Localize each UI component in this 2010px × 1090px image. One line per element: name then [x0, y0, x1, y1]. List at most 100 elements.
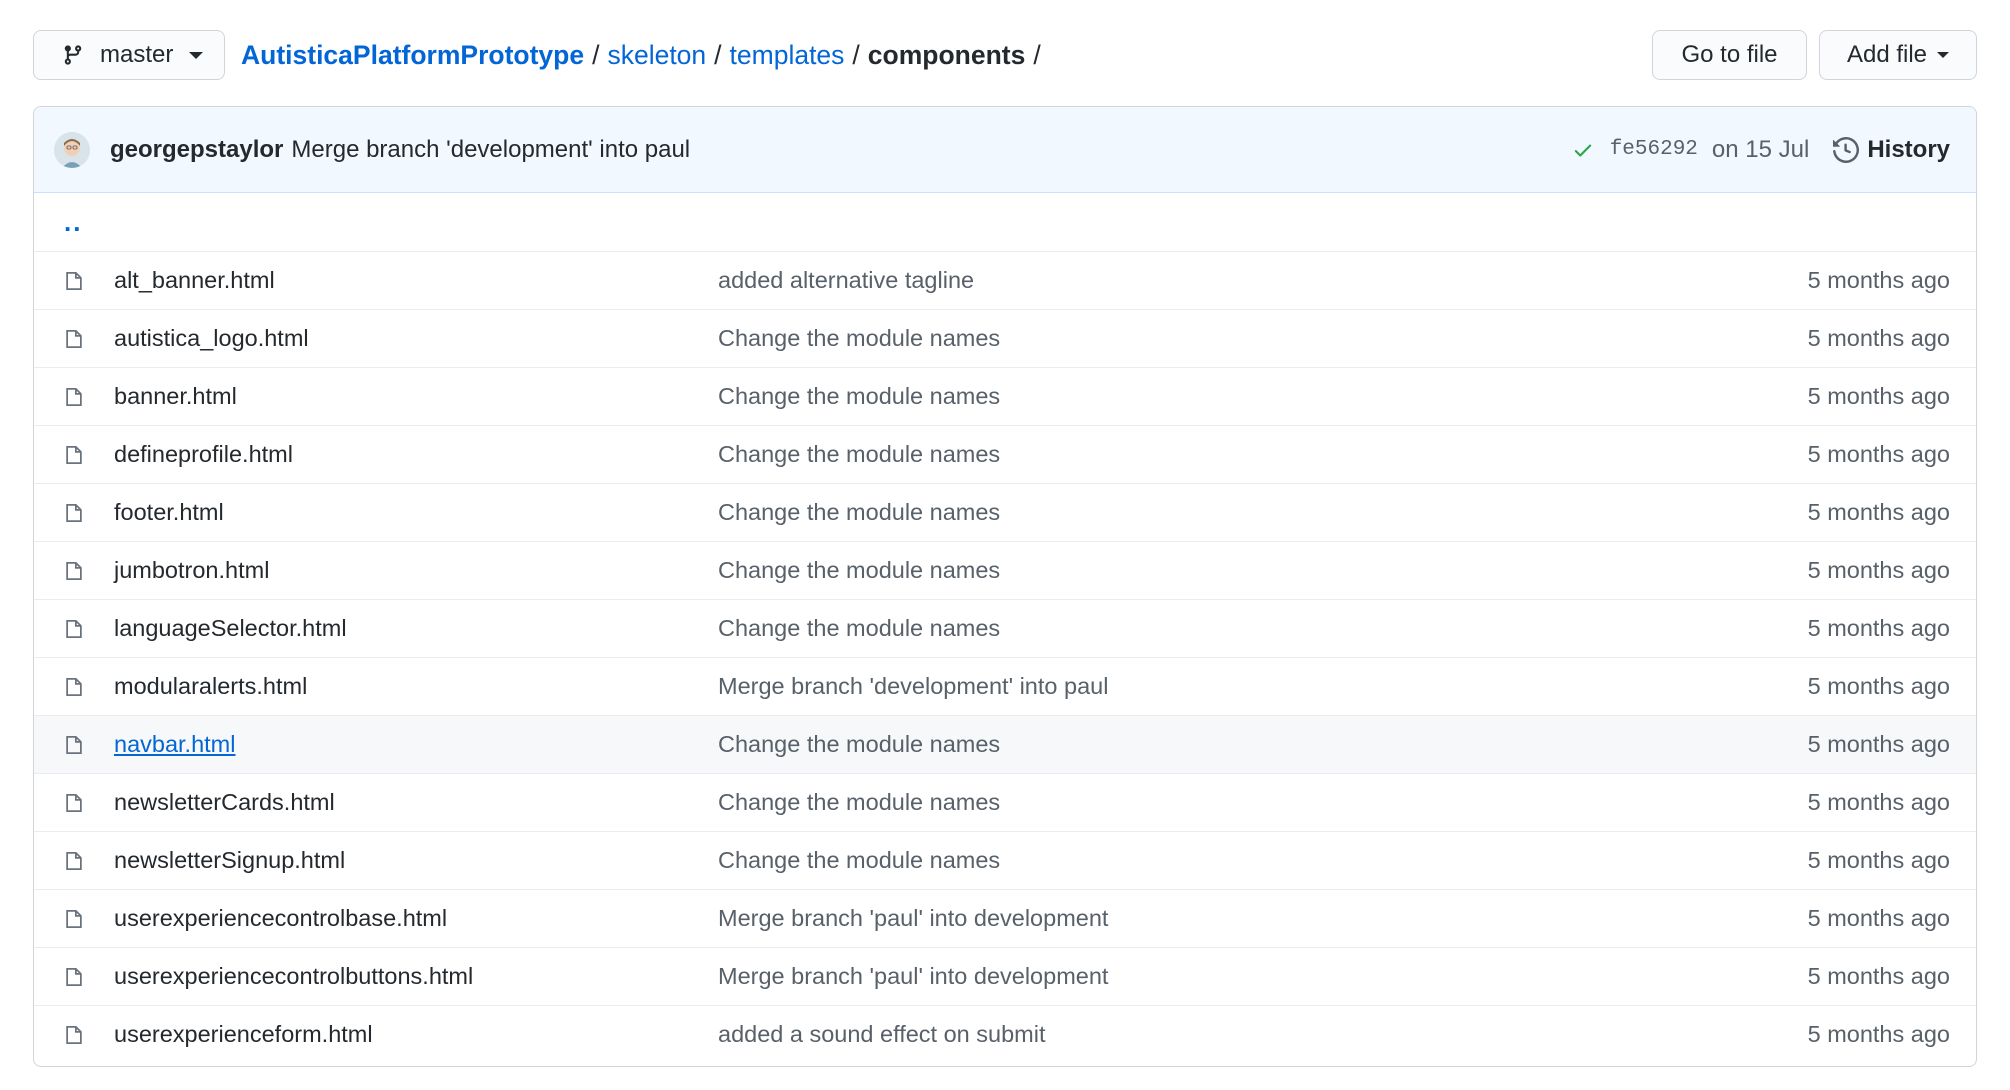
file-name-link[interactable]: userexperiencecontrolbuttons.html [114, 963, 718, 990]
file-icon [66, 619, 82, 638]
breadcrumb-separator: / [714, 39, 722, 70]
file-icon [66, 909, 82, 928]
file-icon [66, 967, 82, 986]
file-commit-message-link[interactable]: Merge branch 'paul' into development [718, 905, 1108, 932]
file-actions: Go to file Add file [1652, 30, 1977, 80]
file-row[interactable]: alt_banner.html added alternative tagline… [34, 251, 1976, 309]
go-to-file-button[interactable]: Go to file [1652, 30, 1807, 80]
file-row[interactable]: navbar.html Change the module names 5 mont… [34, 715, 1976, 773]
commit-message-link[interactable]: Merge branch 'development' into paul [291, 136, 690, 164]
file-commit-age: 5 months ago [1807, 615, 1950, 641]
branch-label: master [100, 41, 174, 68]
file-row[interactable]: banner.html Change the module names 5 mont… [34, 367, 1976, 425]
file-commit-age: 5 months ago [1807, 673, 1950, 699]
file-icon [66, 735, 82, 754]
file-commit-message-link[interactable]: Change the module names [718, 499, 1000, 526]
file-commit-message-link[interactable]: added alternative tagline [718, 267, 974, 294]
breadcrumb-current-folder: components [867, 39, 1026, 70]
file-row[interactable]: userexperiencecontrolbase.html Merge bran… [34, 889, 1976, 947]
file-commit-message-link[interactable]: Change the module names [718, 847, 1000, 874]
check-icon[interactable] [1572, 139, 1594, 161]
file-commit-age: 5 months ago [1807, 789, 1950, 815]
file-name-link[interactable]: banner.html [114, 383, 718, 410]
commit-sha-link[interactable]: fe56292 [1610, 138, 1698, 161]
file-row[interactable]: newsletterSignup.html Change the module n… [34, 831, 1976, 889]
breadcrumb: AutisticaPlatformPrototype / skeleton / … [241, 40, 1049, 71]
file-commit-message-link[interactable]: Change the module names [718, 441, 1000, 468]
file-icon [66, 1025, 82, 1044]
history-icon [1833, 136, 1860, 163]
file-icon [66, 793, 82, 812]
file-name-link[interactable]: newsletterCards.html [114, 789, 718, 816]
file-name-link[interactable]: navbar.html [114, 731, 718, 758]
file-name-link[interactable]: newsletterSignup.html [114, 847, 718, 874]
file-commit-message-link[interactable]: Change the module names [718, 325, 1000, 352]
file-commit-age: 5 months ago [1807, 325, 1950, 351]
file-icon [66, 329, 82, 348]
file-icon [66, 445, 82, 464]
file-commit-message-link[interactable]: Change the module names [718, 615, 1000, 642]
branch-selector-button[interactable]: master [33, 30, 225, 80]
file-commit-age: 5 months ago [1807, 963, 1950, 989]
file-icon [66, 271, 82, 290]
file-name-link[interactable]: jumbotron.html [114, 557, 718, 584]
file-row[interactable]: defineprofile.html Change the module name… [34, 425, 1976, 483]
avatar[interactable] [54, 131, 90, 168]
breadcrumb-trailing-separator: / [1033, 39, 1041, 70]
file-commit-message-link[interactable]: Merge branch 'development' into paul [718, 673, 1108, 700]
breadcrumb-separator: / [852, 39, 860, 70]
file-row[interactable]: userexperienceform.html added a sound eff… [34, 1005, 1976, 1063]
file-row[interactable]: userexperiencecontrolbuttons.html Merge b… [34, 947, 1976, 1005]
file-row[interactable]: autistica_logo.html Change the module nam… [34, 309, 1976, 367]
add-file-button[interactable]: Add file [1819, 30, 1977, 80]
file-row[interactable]: jumbotron.html Change the module names 5 m… [34, 541, 1976, 599]
file-name-link[interactable]: userexperienceform.html [114, 1021, 718, 1048]
file-commit-message-link[interactable]: Change the module names [718, 557, 1000, 584]
file-name-link[interactable]: autistica_logo.html [114, 325, 718, 352]
repo-nav-bar: master AutisticaPlatformPrototype / skel… [33, 29, 1977, 81]
file-row[interactable]: newsletterCards.html Change the module na… [34, 773, 1976, 831]
commit-author-link[interactable]: georgepstaylor [110, 136, 283, 164]
chevron-down-icon [189, 51, 204, 59]
file-commit-message-link[interactable]: Change the module names [718, 731, 1000, 758]
parent-directory-row: .. [34, 193, 1976, 251]
file-commit-age: 5 months ago [1807, 905, 1950, 931]
breadcrumb-templates-link[interactable]: templates [730, 40, 845, 71]
chevron-down-icon [1937, 52, 1950, 58]
history-link[interactable]: History [1833, 136, 1950, 164]
breadcrumb-separator: / [592, 39, 600, 70]
commit-date: on 15 Jul [1711, 135, 1810, 163]
parent-directory-link[interactable]: .. [64, 207, 82, 238]
file-name-link[interactable]: alt_banner.html [114, 267, 718, 294]
file-icon [66, 677, 82, 696]
breadcrumb-skeleton-link[interactable]: skeleton [607, 40, 706, 71]
git-branch-icon [64, 45, 82, 65]
file-commit-age: 5 months ago [1807, 557, 1950, 583]
file-name-link[interactable]: defineprofile.html [114, 441, 718, 468]
file-icon [66, 387, 82, 406]
file-commit-message-link[interactable]: Change the module names [718, 383, 1000, 410]
add-file-label: Add file [1846, 41, 1928, 68]
file-name-link[interactable]: userexperiencecontrolbase.html [114, 905, 718, 932]
file-commit-message-link[interactable]: Merge branch 'paul' into development [718, 963, 1108, 990]
file-row[interactable]: footer.html Change the module names 5 mont… [34, 483, 1976, 541]
breadcrumb-repo-link[interactable]: AutisticaPlatformPrototype [241, 40, 584, 71]
file-commit-age: 5 months ago [1807, 499, 1950, 525]
commit-meta: fe56292 on 15 Jul History [1572, 136, 1950, 164]
file-name-link[interactable]: footer.html [114, 499, 718, 526]
file-rows: alt_banner.html added alternative tagline… [34, 251, 1976, 1063]
file-name-link[interactable]: languageSelector.html [114, 615, 718, 642]
file-commit-age: 5 months ago [1807, 1021, 1950, 1047]
file-icon [66, 561, 82, 580]
file-row[interactable]: languageSelector.html Change the module n… [34, 599, 1976, 657]
file-row[interactable]: modularalerts.html Merge branch 'developm… [34, 657, 1976, 715]
file-commit-message-link[interactable]: Change the module names [718, 789, 1000, 816]
file-commit-message-link[interactable]: added a sound effect on submit [718, 1021, 1046, 1048]
file-commit-age: 5 months ago [1807, 847, 1950, 873]
file-commit-age: 5 months ago [1807, 383, 1950, 409]
file-commit-age: 5 months ago [1807, 731, 1950, 757]
file-commit-age: 5 months ago [1807, 267, 1950, 293]
file-icon [66, 851, 82, 870]
file-name-link[interactable]: modularalerts.html [114, 673, 718, 700]
latest-commit-bar: georgepstaylor Merge branch 'development… [34, 107, 1976, 193]
